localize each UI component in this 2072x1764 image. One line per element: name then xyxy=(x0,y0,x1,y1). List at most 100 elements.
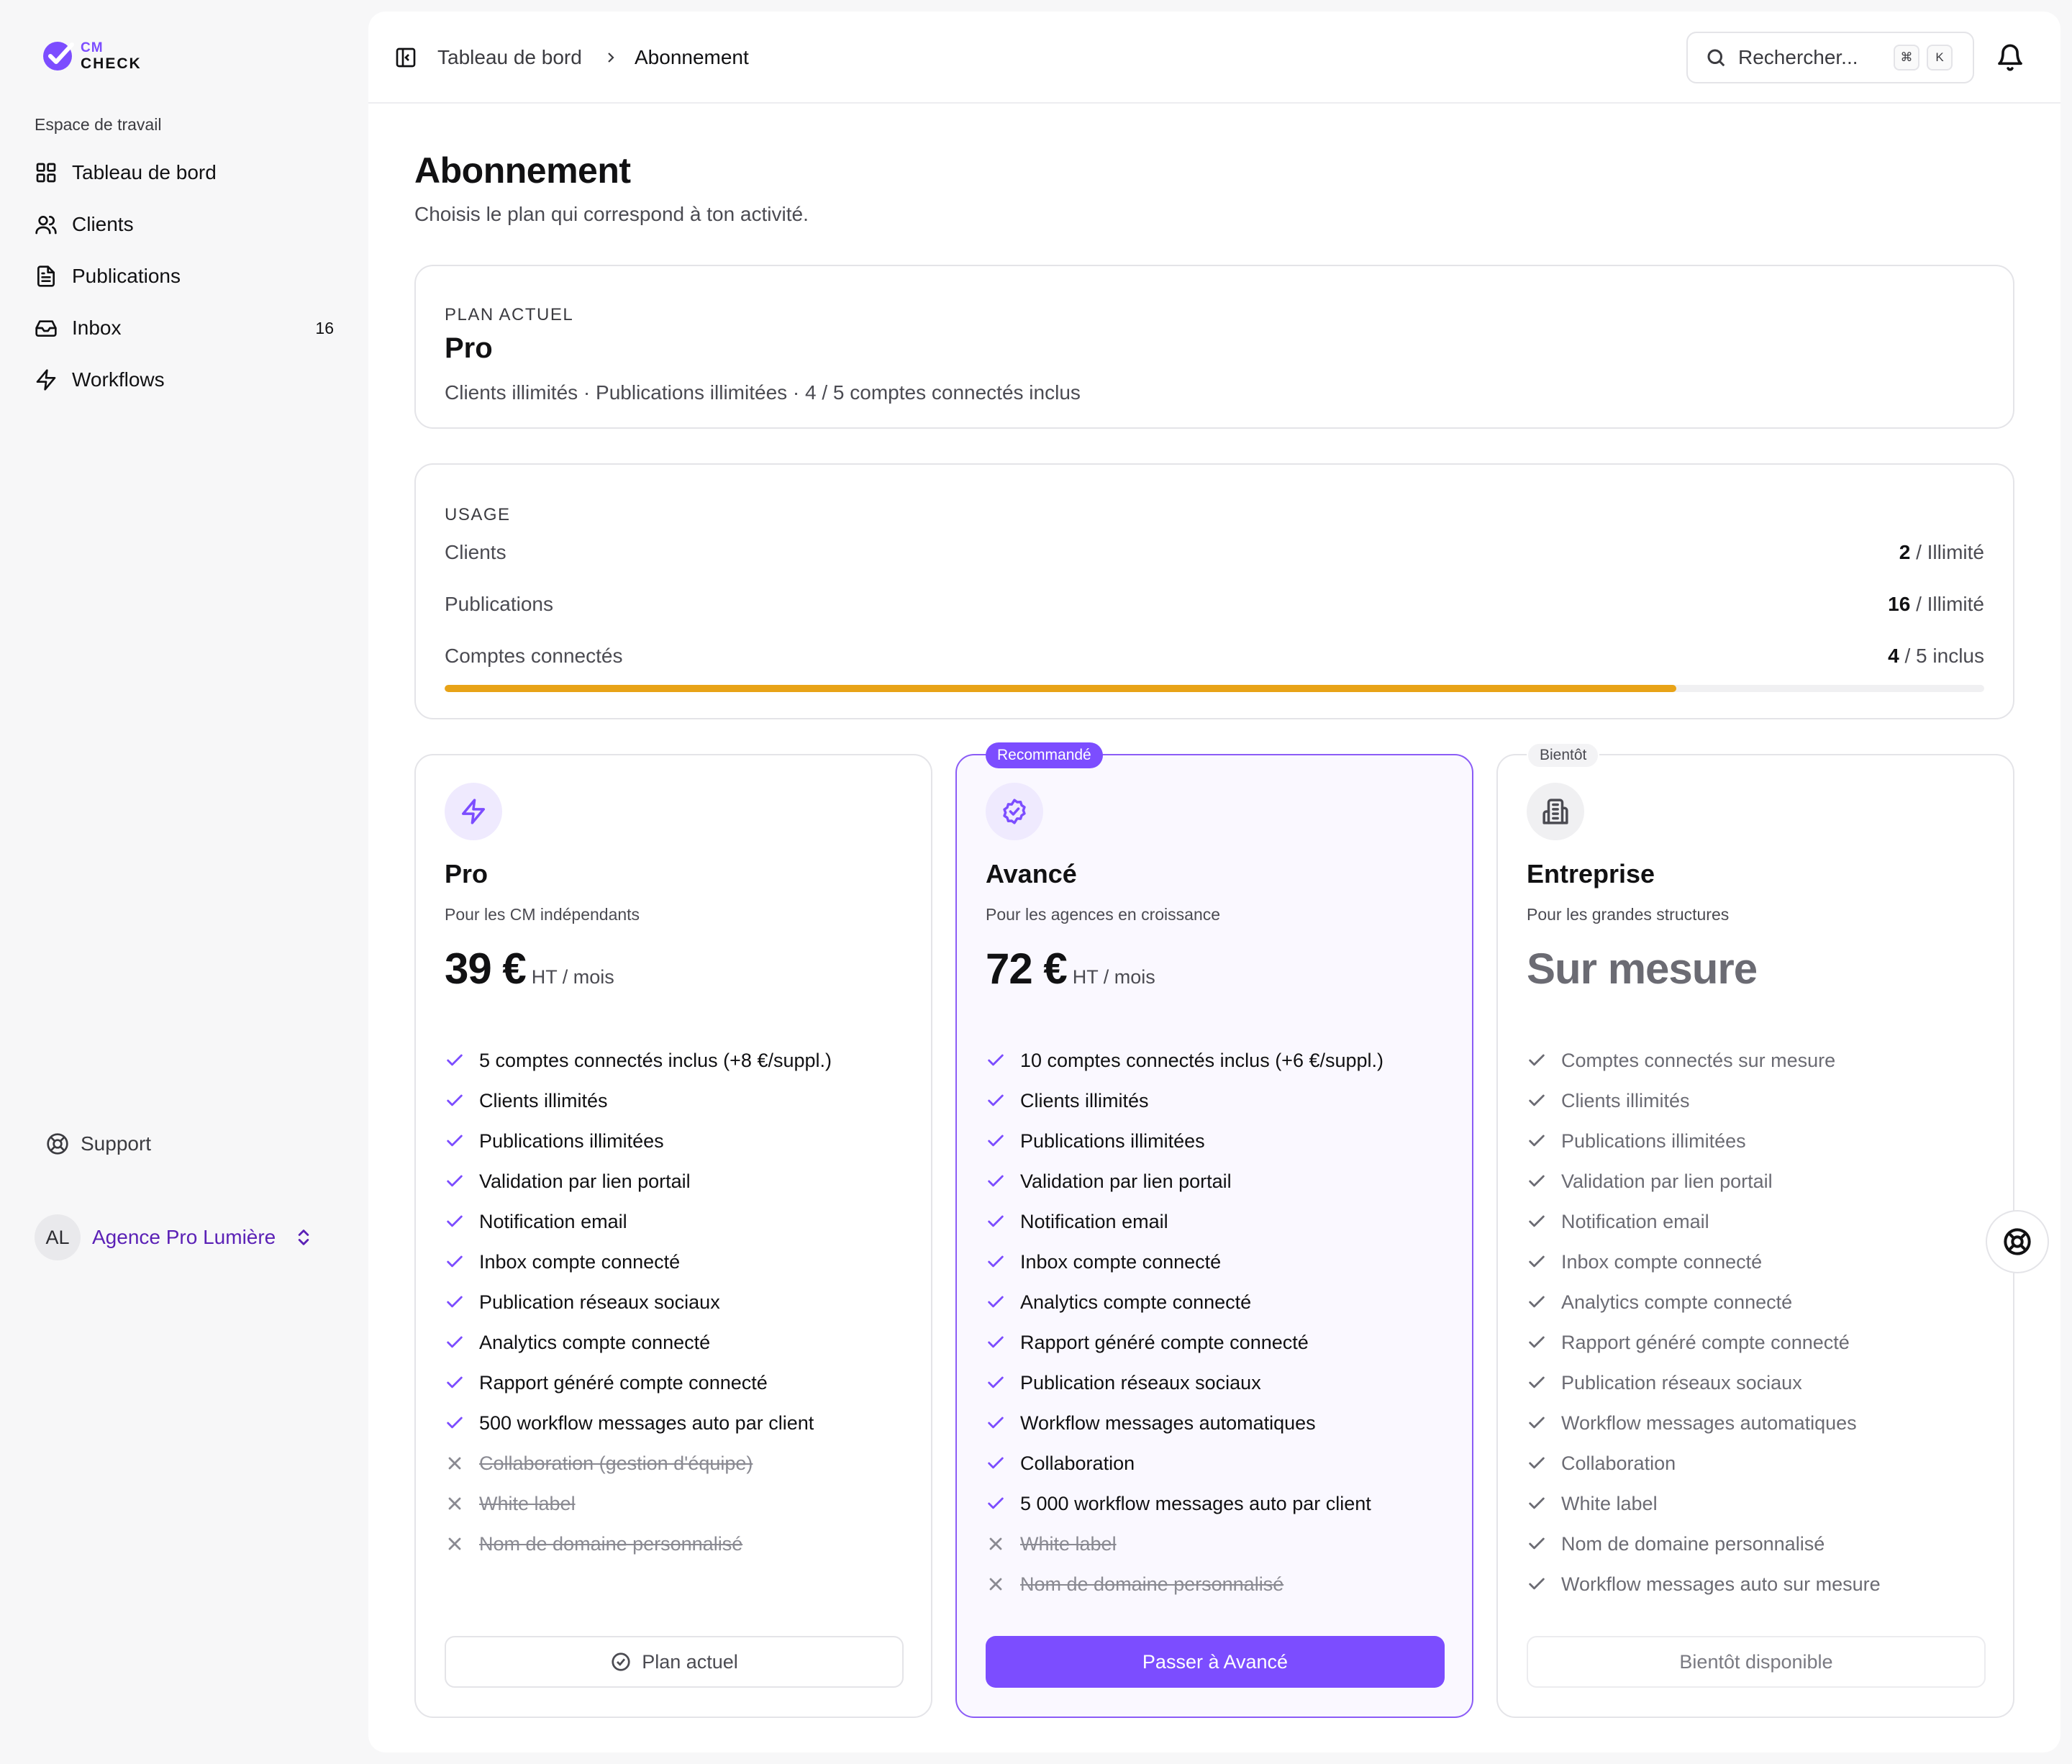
support-label: Support xyxy=(81,1132,152,1155)
usage-row-value: 16 / Illimité xyxy=(1888,593,1984,616)
feature-text: 5 comptes connectés inclus (+8 €/suppl.) xyxy=(479,1049,832,1071)
badge-check-icon xyxy=(1003,799,1026,824)
plan-name: Pro xyxy=(445,859,489,888)
help-button[interactable] xyxy=(1986,1210,2049,1273)
check-icon xyxy=(1529,1336,1545,1348)
recommended-badge: Recommandé xyxy=(986,742,1103,768)
brand-wordmark: CM CHECK xyxy=(81,40,142,72)
feature-text: Inbox compte connecté xyxy=(1561,1250,1763,1273)
usage-count: 4 xyxy=(1888,645,1899,667)
feature-text: Rapport généré compte connecté xyxy=(479,1371,768,1394)
feature-item: 10 comptes connectés inclus (+6 €/suppl.… xyxy=(986,1040,1383,1081)
usage-row-value: 2 / Illimité xyxy=(1899,541,1984,564)
button-label: Plan actuel xyxy=(642,1650,738,1673)
feature-item: Notification email xyxy=(986,1201,1383,1242)
feature-item: Clients illimités xyxy=(1527,1081,1881,1121)
account-switcher[interactable]: AL Agence Pro Lumière xyxy=(35,1214,340,1260)
sidebar-item-publications[interactable]: Publications xyxy=(35,250,340,302)
feature-item: Validation par lien portail xyxy=(986,1161,1383,1201)
support-link[interactable]: Support xyxy=(46,1132,151,1155)
feature-item: Rapport généré compte connecté xyxy=(1527,1322,1881,1363)
feature-text: Workflow messages automatiques xyxy=(1020,1411,1316,1434)
feature-text: Comptes connectés sur mesure xyxy=(1561,1049,1836,1071)
chevron-up-down-icon xyxy=(298,1229,309,1245)
sidebar-item-clients[interactable]: Clients xyxy=(35,199,340,250)
plan-card-advanced: Recommandé Avancé Pour les agences en cr… xyxy=(955,742,1473,1718)
feature-text: 10 comptes connectés inclus (+6 €/suppl.… xyxy=(1020,1049,1384,1071)
feature-text: Nom de domaine personnalisé xyxy=(479,1532,743,1555)
feature-text: 5 000 workflow messages auto par client xyxy=(1020,1492,1371,1514)
usage-count: 2 xyxy=(1899,541,1911,563)
sidebar-item-dashboard[interactable]: Tableau de bord xyxy=(35,147,340,199)
check-icon xyxy=(988,1255,1004,1268)
check-icon xyxy=(988,1175,1004,1187)
check-icon xyxy=(447,1215,463,1227)
check-icon xyxy=(447,1175,463,1187)
check-icon xyxy=(988,1215,1004,1227)
plan-card-enterprise: Bientôt Entreprise Pour les grandes stru… xyxy=(1496,742,2014,1718)
plan-name: Avancé xyxy=(986,859,1077,888)
feature-item: White label xyxy=(986,1524,1383,1564)
feature-text: Nom de domaine personnalisé xyxy=(1561,1532,1825,1555)
sidebar-toggle-icon[interactable] xyxy=(394,46,417,69)
sidebar-item-label: Publications xyxy=(72,265,181,287)
feature-item: Rapport généré compte connecté xyxy=(986,1322,1383,1363)
feature-list: 5 comptes connectés inclus (+8 €/suppl.)… xyxy=(445,1040,832,1564)
x-icon xyxy=(448,1537,461,1550)
topbar: Tableau de bord Abonnement Rechercher...… xyxy=(368,12,2060,104)
feature-item: Publication réseaux sociaux xyxy=(1527,1363,1881,1403)
sidebar-item-inbox[interactable]: Inbox 16 xyxy=(35,302,340,354)
building-icon xyxy=(1542,799,1568,824)
check-icon xyxy=(1529,1376,1545,1388)
sidebar-nav: Tableau de bord Clients Publications Inb… xyxy=(35,147,340,406)
breadcrumb-dashboard[interactable]: Tableau de bord xyxy=(437,46,582,69)
feature-text: Validation par lien portail xyxy=(479,1170,691,1192)
plan-name: Entreprise xyxy=(1527,859,1655,888)
feature-item: Rapport généré compte connecté xyxy=(445,1363,832,1403)
feature-item: Notification email xyxy=(1527,1201,1881,1242)
feature-list: Comptes connectés sur mesure Clients illi… xyxy=(1527,1040,1881,1604)
feature-item: Inbox compte connecté xyxy=(986,1242,1383,1282)
feature-text: Nom de domaine personnalisé xyxy=(1020,1573,1284,1595)
plan-price-amount: 72 € xyxy=(986,945,1068,993)
brand-line-1: CM xyxy=(81,40,104,55)
sidebar-item-label: Workflows xyxy=(72,368,165,391)
feature-text: Publication réseaux sociaux xyxy=(1020,1371,1261,1394)
feature-text: Publication réseaux sociaux xyxy=(479,1291,720,1313)
lifebuoy-icon xyxy=(47,1133,68,1155)
check-circle-icon xyxy=(612,1652,630,1671)
search-input[interactable]: Rechercher... ⌘ K xyxy=(1686,32,1974,83)
x-icon xyxy=(448,1497,461,1510)
check-icon xyxy=(988,1094,1004,1106)
feature-list: 10 comptes connectés inclus (+6 €/suppl.… xyxy=(986,1040,1383,1604)
feature-text: Analytics compte connecté xyxy=(1020,1291,1252,1313)
feature-text: Collaboration xyxy=(1561,1452,1676,1474)
feature-text: White label xyxy=(1561,1492,1658,1514)
check-icon xyxy=(447,1255,463,1268)
feature-item: Analytics compte connecté xyxy=(445,1322,832,1363)
plan-price-unit: HT / mois xyxy=(1072,966,1155,988)
check-logo-icon xyxy=(43,42,74,71)
bell-icon[interactable] xyxy=(1996,43,2025,72)
feature-item: Nom de domaine personnalisé xyxy=(445,1524,832,1564)
grid-icon xyxy=(36,163,56,183)
feature-item: White label xyxy=(1527,1483,1881,1524)
usage-row-publications: Publications 16 / Illimité xyxy=(445,593,1984,619)
check-icon xyxy=(1529,1054,1545,1066)
coming-soon-button[interactable]: Bientôt disponible xyxy=(1527,1636,1986,1688)
plan-audience: Pour les agences en croissance xyxy=(986,905,1221,924)
check-icon xyxy=(1529,1215,1545,1227)
workspace-section-label: Espace de travail xyxy=(35,115,162,134)
sidebar: CM CHECK Espace de travail Tableau de bo… xyxy=(0,0,368,1764)
usage-row-label: Comptes connectés xyxy=(445,645,623,667)
current-plan-button[interactable]: Plan actuel xyxy=(445,1636,904,1688)
check-icon xyxy=(1529,1578,1545,1590)
feature-text: Collaboration (gestion d'équipe) xyxy=(479,1452,753,1474)
upgrade-button[interactable]: Passer à Avancé xyxy=(986,1636,1445,1688)
check-icon xyxy=(447,1054,463,1066)
check-icon xyxy=(1529,1457,1545,1469)
sidebar-item-workflows[interactable]: Workflows xyxy=(35,354,340,406)
check-icon xyxy=(447,1376,463,1388)
feature-text: Validation par lien portail xyxy=(1020,1170,1232,1192)
brand-logo[interactable]: CM CHECK xyxy=(40,37,142,75)
